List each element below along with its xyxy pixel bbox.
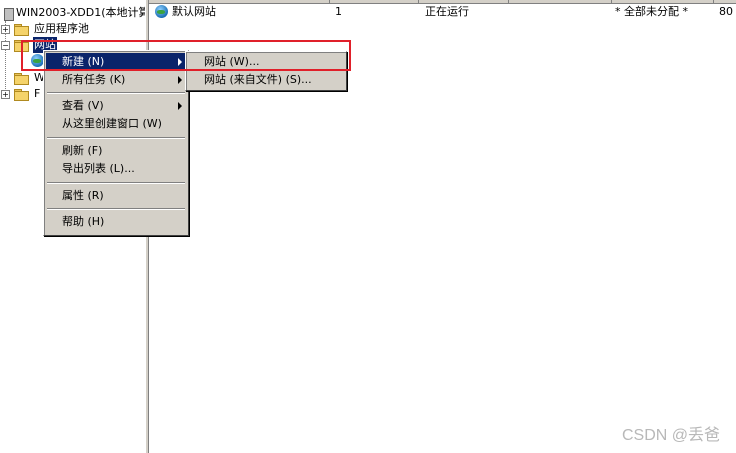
context-menu: 新建 (N) 所有任务 (K) 查看 (V) 从这里创建窗口 (W) 刷新 (F… — [43, 50, 189, 236]
menu-item-properties[interactable]: 属性 (R) — [46, 187, 186, 205]
site-name: 默认网站 — [172, 5, 216, 18]
menu-item-label: 查看 (V) — [62, 99, 104, 112]
folder-icon — [14, 89, 29, 101]
collapse-icon[interactable]: − — [1, 41, 10, 50]
menu-separator — [47, 137, 185, 139]
menu-item-label: 从这里创建窗口 (W) — [62, 117, 162, 130]
menu-item-label: 刷新 (F) — [62, 144, 103, 157]
menu-item-all-tasks[interactable]: 所有任务 (K) — [46, 71, 186, 89]
site-status: 正在运行 — [425, 5, 469, 18]
menu-item-label: 帮助 (H) — [62, 215, 105, 228]
menu-item-refresh[interactable]: 刷新 (F) — [46, 142, 186, 160]
site-id: 1 — [335, 5, 342, 18]
menu-separator — [47, 208, 185, 210]
watermark: CSDN @丢爸 — [621, 427, 720, 444]
tree-item-label: F — [34, 87, 41, 100]
folder-icon — [14, 73, 29, 85]
menu-item-label: 所有任务 (K) — [62, 73, 126, 86]
server-label: WIN2003-XDD1(本地计算 — [16, 6, 150, 19]
menu-separator — [47, 92, 185, 94]
menu-item-help[interactable]: 帮助 (H) — [46, 213, 186, 231]
submenu-item-website-from-file[interactable]: 网站 (来自文件) (S)... — [188, 71, 344, 89]
menu-item-label: 属性 (R) — [62, 189, 104, 202]
submenu-arrow-icon — [178, 102, 182, 110]
menu-item-view[interactable]: 查看 (V) — [46, 97, 186, 115]
menu-item-export-list[interactable]: 导出列表 (L)... — [46, 160, 186, 178]
server-icon — [4, 8, 14, 21]
expand-icon[interactable]: + — [1, 25, 10, 34]
tree-item-label: 应用程序池 — [34, 22, 89, 35]
menu-item-new-window[interactable]: 从这里创建窗口 (W) — [46, 115, 186, 133]
menu-item-label: 导出列表 (L)... — [62, 162, 135, 175]
folder-icon — [14, 24, 29, 36]
website-globe-icon — [155, 5, 168, 18]
menu-item-label: 网站 (来自文件) (S)... — [204, 73, 312, 86]
menu-separator — [47, 182, 185, 184]
annotation-highlight-box — [21, 40, 351, 71]
tree-item-app-pools[interactable]: + 应用程序池 — [0, 21, 145, 37]
site-ip: * 全部未分配 * — [615, 5, 688, 18]
submenu-arrow-icon — [178, 76, 182, 84]
site-port: 80 — [719, 5, 733, 18]
table-row[interactable]: 默认网站 1 正在运行 * 全部未分配 * 80 — [149, 4, 736, 20]
expand-icon[interactable]: + — [1, 90, 10, 99]
tree-server-node[interactable]: WIN2003-XDD1(本地计算 — [0, 5, 150, 21]
